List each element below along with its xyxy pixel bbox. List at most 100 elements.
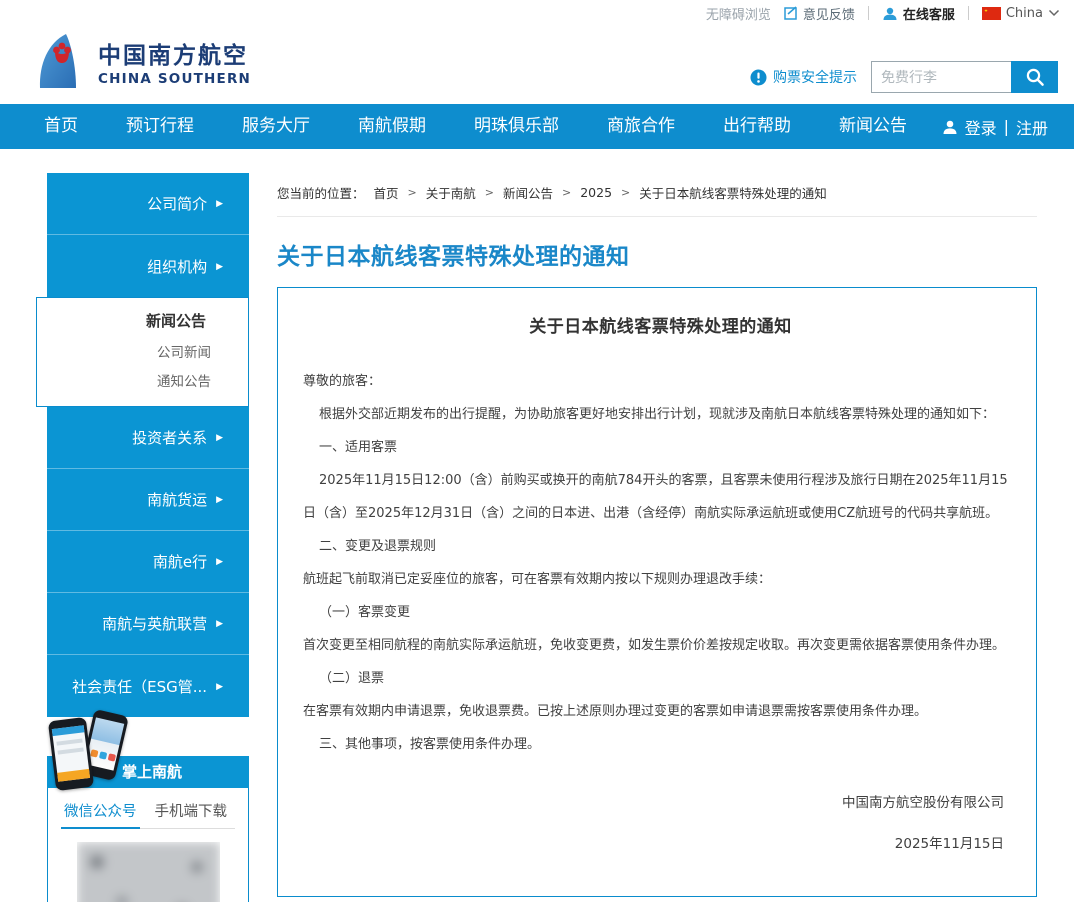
login-link[interactable]: 登录 — [965, 115, 997, 139]
breadcrumb-separator: > — [621, 186, 630, 199]
brand-name-en: CHINA SOUTHERN — [98, 71, 251, 87]
ticket-safety-tip-link[interactable]: 购票安全提示 — [750, 67, 857, 87]
auth-area: 登录 | 注册 — [942, 115, 1074, 139]
app-widget-tab[interactable]: 手机端下载 — [152, 798, 231, 828]
online-service-link[interactable]: 在线客服 — [882, 4, 955, 23]
online-service-label: 在线客服 — [903, 4, 955, 23]
region-selector[interactable]: China — [982, 6, 1060, 21]
breadcrumb-separator: > — [485, 186, 494, 199]
qr-code-image — [77, 842, 220, 902]
breadcrumb-link[interactable]: 新闻公告 — [503, 183, 553, 202]
article-box: 关于日本航线客票特殊处理的通知 尊敬的旅客：根据外交部近期发布的出行提醒，为协助… — [277, 287, 1037, 897]
feedback-icon — [784, 6, 798, 20]
airline-logo[interactable]: 中国南方航空 CHINA SOUTHERN — [32, 32, 251, 90]
sidebar-item-news-announcements[interactable]: 新闻公告 — [37, 310, 248, 331]
content-area: 公司简介▶组织机构▶ 新闻公告 公司新闻通知公告 投资者关系▶南航货运▶南航e行… — [0, 149, 1074, 902]
breadcrumb-link[interactable]: 2025 — [580, 185, 612, 200]
nav-item[interactable]: 南航假期 — [334, 104, 450, 149]
register-link[interactable]: 注册 — [1016, 115, 1048, 139]
chevron-right-icon: ▶ — [216, 198, 223, 209]
region-label: China — [1006, 6, 1043, 21]
user-icon — [942, 119, 958, 135]
page: 无障碍浏览 意见反馈 在线客服 China — [0, 0, 1074, 902]
signature-date: 2025年11月15日 — [303, 832, 1004, 852]
chevron-down-icon — [1048, 9, 1060, 17]
sidebar: 公司简介▶组织机构▶ 新闻公告 公司新闻通知公告 投资者关系▶南航货运▶南航e行… — [47, 173, 249, 717]
airline-tail-icon — [32, 32, 88, 90]
chevron-right-icon: ▶ — [216, 261, 223, 272]
sidebar-item[interactable]: 社会责任（ESG管... ▶ — [47, 655, 249, 717]
nav-item[interactable]: 商旅合作 — [583, 104, 699, 149]
document-title: 关于日本航线客票特殊处理的通知 — [303, 312, 1018, 337]
online-service-icon — [882, 6, 898, 21]
nav-item[interactable]: 首页 — [20, 104, 102, 149]
article-paragraph: 在客票有效期内申请退票，免收退票费。已按上述原则办理过变更的客票如申请退票需按客… — [303, 695, 1018, 728]
auth-divider: | — [1004, 117, 1009, 136]
breadcrumb-link[interactable]: 首页 — [374, 183, 399, 202]
china-flag-icon — [982, 7, 1001, 20]
chevron-right-icon: ▶ — [216, 494, 223, 505]
brand-name-cn: 中国南方航空 — [98, 36, 251, 70]
nav-item[interactable]: 新闻公告 — [815, 104, 931, 149]
search-zone: 购票安全提示 — [750, 61, 1058, 93]
page-title: 关于日本航线客票特殊处理的通知 — [277, 237, 1037, 268]
sidebar-item[interactable]: 组织机构 ▶ — [47, 235, 249, 297]
top-utility-bar: 无障碍浏览 意见反馈 在线客服 China — [0, 0, 1074, 26]
signature-company: 中国南方航空股份有限公司 — [303, 791, 1004, 811]
app-widget-panel: 微信公众号手机端下载 — [47, 788, 249, 902]
sidebar-top-group: 公司简介 ▶ 组织机构 ▶ — [47, 173, 249, 297]
sidebar-subitems: 公司新闻通知公告 — [37, 339, 248, 397]
sidebar-item-label: 组织机构 — [147, 256, 207, 277]
sidebar-item[interactable]: 南航与英航联营 ▶ — [47, 593, 249, 655]
search-button[interactable] — [1011, 61, 1058, 93]
chevron-right-icon: ▶ — [216, 681, 223, 692]
feedback-link[interactable]: 意见反馈 — [784, 4, 855, 23]
breadcrumb-prefix: 您当前的位置： — [277, 183, 365, 202]
main-navbar: 首页预订行程服务大厅南航假期明珠俱乐部商旅合作出行帮助新闻公告 登录 | 注册 — [0, 104, 1074, 149]
sidebar-item-label: 投资者关系 — [132, 427, 207, 448]
feedback-label: 意见反馈 — [803, 4, 855, 23]
search-input[interactable] — [871, 61, 1011, 93]
sidebar-item-label: 南航与英航联营 — [102, 613, 207, 634]
nav-item[interactable]: 服务大厅 — [218, 104, 334, 149]
breadcrumb-link[interactable]: 关于南航 — [426, 183, 476, 202]
search-box — [871, 61, 1058, 93]
article-body: 尊敬的旅客：根据外交部近期发布的出行提醒，为协助旅客更好地安排出行计划，现就涉及… — [303, 365, 1018, 761]
signature-block: 中国南方航空股份有限公司 2025年11月15日 — [303, 791, 1018, 852]
accessibility-link[interactable]: 无障碍浏览 — [706, 4, 771, 23]
chevron-right-icon: ▶ — [216, 556, 223, 567]
article-paragraph: 尊敬的旅客： — [303, 365, 1018, 398]
search-icon — [1025, 67, 1045, 87]
nav-item[interactable]: 预订行程 — [102, 104, 218, 149]
sidebar-item[interactable]: 公司简介 ▶ — [47, 173, 249, 235]
phones-image — [46, 712, 138, 796]
sidebar-subitem[interactable]: 公司新闻 — [37, 339, 248, 368]
article-paragraph: 2025年11月15日12:00（含）前购买或换开的南航784开头的客票，且客票… — [303, 464, 1018, 530]
app-widget-tab[interactable]: 微信公众号 — [61, 798, 140, 829]
divider — [868, 6, 869, 20]
nav-item[interactable]: 出行帮助 — [699, 104, 815, 149]
mobile-app-widget: 掌上南航 微信公众号手机端下载 — [47, 756, 249, 902]
sidebar-expanded-panel: 新闻公告 公司新闻通知公告 — [36, 297, 249, 407]
sidebar-bottom-group: 投资者关系▶南航货运▶南航e行▶南航与英航联营▶社会责任（ESG管...▶ — [47, 407, 249, 717]
sidebar-item[interactable]: 南航货运▶ — [47, 469, 249, 531]
article-paragraph: 一、适用客票 — [303, 431, 1018, 464]
breadcrumb-items: 首页>关于南航>新闻公告>2025>关于日本航线客票特殊处理的通知 — [374, 183, 827, 202]
sidebar-item-label: 社会责任（ESG管... — [72, 676, 207, 697]
article-paragraph: 航班起飞前取消已定妥座位的旅客，可在客票有效期内按以下规则办理退改手续： — [303, 563, 1018, 596]
divider — [968, 6, 969, 20]
article-paragraph: （二）退票 — [303, 662, 1018, 695]
nav-item[interactable]: 明珠俱乐部 — [450, 104, 583, 149]
info-circle-icon — [750, 69, 767, 86]
breadcrumb: 您当前的位置： 首页>关于南航>新闻公告>2025>关于日本航线客票特殊处理的通… — [277, 183, 1037, 217]
sidebar-subitem[interactable]: 通知公告 — [37, 368, 248, 397]
site-header: 中国南方航空 CHINA SOUTHERN 购票安全提示 — [0, 26, 1074, 104]
article-paragraph: 二、变更及退票规则 — [303, 530, 1018, 563]
sidebar-item-label: 公司简介 — [147, 193, 207, 214]
breadcrumb-separator: > — [562, 186, 571, 199]
article-paragraph: 首次变更至相同航程的南航实际承运航班，免收变更费，如发生票价价差按规定收取。再次… — [303, 629, 1018, 662]
sidebar-item[interactable]: 南航e行▶ — [47, 531, 249, 593]
chevron-right-icon: ▶ — [216, 618, 223, 629]
sidebar-item[interactable]: 投资者关系▶ — [47, 407, 249, 469]
article-paragraph: 三、其他事项，按客票使用条件办理。 — [303, 728, 1018, 761]
